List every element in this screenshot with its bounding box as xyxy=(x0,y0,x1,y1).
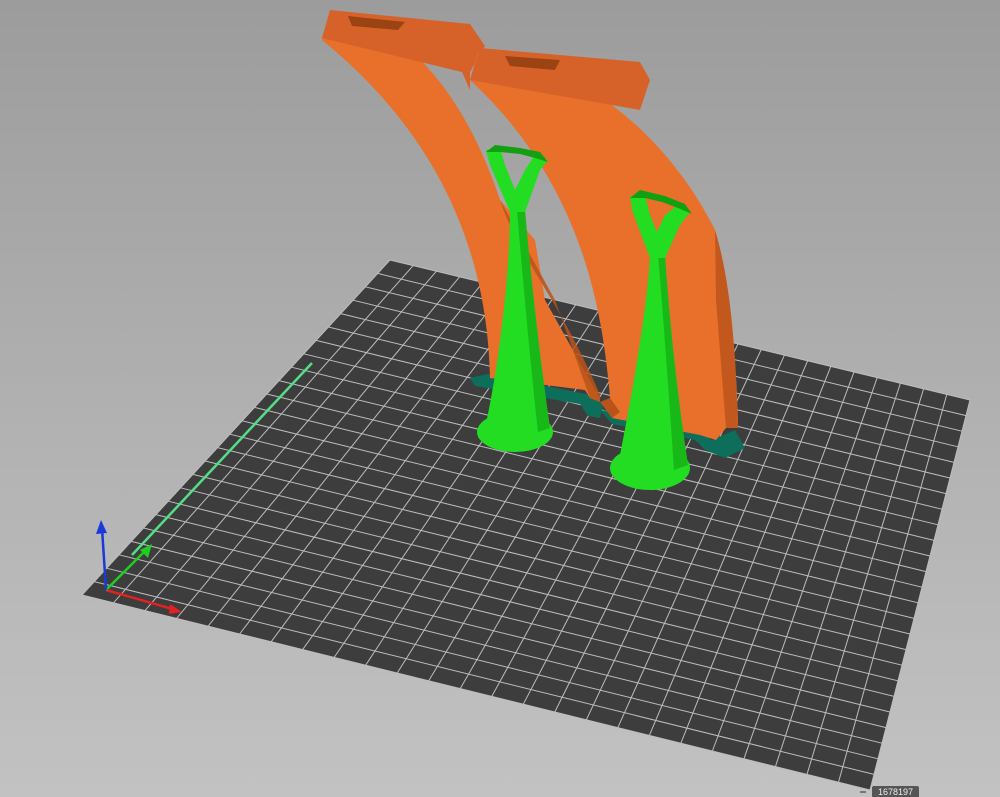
status-marker xyxy=(860,791,866,793)
object-count-readout: 1678197 xyxy=(872,786,920,797)
3d-viewport[interactable]: 1678197 xyxy=(0,0,1000,797)
scene-canvas[interactable] xyxy=(0,0,1000,797)
axis-z-arrow-icon xyxy=(96,520,107,534)
